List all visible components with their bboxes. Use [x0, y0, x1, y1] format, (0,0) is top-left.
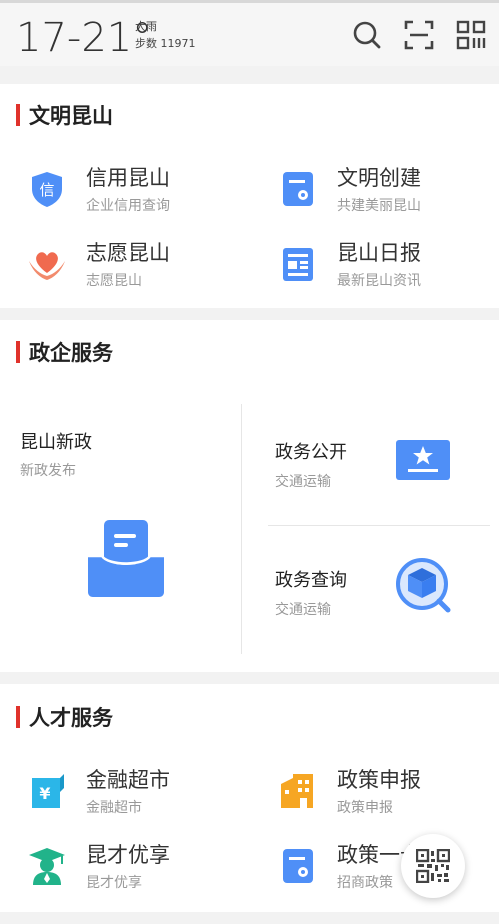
svg-text:信: 信 [39, 181, 54, 199]
service-subtitle: 新政发布 [20, 463, 76, 479]
scan-icon[interactable] [404, 20, 434, 50]
section-government: 政企服务 昆山新政 新政发布 政务公开 交通运输 政务查询 交通运输 [0, 320, 499, 672]
service-subtitle: 金融超市 [86, 800, 142, 816]
service-subtitle: 志愿昆山 [86, 273, 142, 289]
service-title: 信用昆山 [86, 166, 170, 190]
service-title: 政策申报 [337, 768, 421, 792]
service-title: 昆山新政 [20, 432, 92, 453]
service-policy-apply[interactable]: 政策申报 政策申报 [277, 764, 477, 820]
section-accent-bar [16, 341, 20, 363]
inbox-icon [84, 516, 168, 600]
service-daily-news[interactable]: 昆山日报 最新昆山资讯 [277, 237, 477, 293]
service-subtitle: 招商政策 [337, 875, 393, 891]
service-subtitle: 共建美丽昆山 [337, 198, 421, 214]
service-title: 政务公开 [275, 442, 347, 463]
section-title: 政企服务 [16, 337, 113, 367]
service-title: 志愿昆山 [86, 241, 170, 265]
service-talent-benefit[interactable]: 昆才优享 昆才优享 [26, 839, 226, 895]
section-title: 人才服务 [16, 702, 113, 732]
service-subtitle: 交通运输 [275, 474, 331, 490]
credit-shield-icon: 信 [26, 168, 68, 210]
service-subtitle: 政策申报 [337, 800, 393, 816]
heart-hands-icon [26, 243, 68, 285]
finance-icon: ¥ [26, 770, 68, 812]
status-header: 17-21° 大雨 步数 11971 [0, 0, 499, 66]
service-subtitle: 企业信用查询 [86, 198, 170, 214]
section-accent-bar [16, 104, 20, 126]
service-credit[interactable]: 信 信用昆山 企业信用查询 [26, 162, 226, 218]
graduate-icon [26, 845, 68, 887]
service-civility-build[interactable]: 文明创建 共建美丽昆山 [277, 162, 477, 218]
section-title: 文明昆山 [16, 100, 113, 130]
qrcode-icon [416, 849, 450, 883]
cube-search-icon [394, 556, 454, 616]
search-icon[interactable] [352, 20, 382, 50]
newspaper-icon [277, 243, 319, 285]
step-count: 步数 11971 [135, 37, 196, 50]
service-gov-query[interactable]: 政务查询 交通运输 [242, 526, 499, 654]
service-title: 文明创建 [337, 166, 421, 190]
service-title: 金融超市 [86, 768, 170, 792]
svg-text:¥: ¥ [39, 784, 50, 803]
weather-condition: 大雨 [135, 20, 157, 33]
service-title: 昆才优享 [86, 843, 170, 867]
service-subtitle: 交通运输 [275, 602, 331, 618]
service-title: 昆山日报 [337, 241, 421, 265]
service-subtitle: 最新昆山资讯 [337, 273, 421, 289]
service-title: 政务查询 [275, 570, 347, 591]
qrcode-fab-button[interactable] [401, 834, 465, 898]
weather-info: 大雨 步数 11971 [135, 18, 196, 52]
star-board-icon [394, 438, 452, 482]
service-volunteer[interactable]: 志愿昆山 志愿昆山 [26, 237, 226, 293]
building-icon [277, 770, 319, 812]
section-accent-bar [16, 706, 20, 728]
section-civility: 文明昆山 信 信用昆山 企业信用查询 文明创建 共建美丽昆山 志愿昆山 志愿昆山… [0, 84, 499, 308]
service-new-policy[interactable]: 昆山新政 新政发布 [0, 404, 240, 654]
service-finance[interactable]: ¥ 金融超市 金融超市 [26, 764, 226, 820]
document-icon [277, 168, 319, 210]
document-icon [277, 845, 319, 887]
service-gov-open[interactable]: 政务公开 交通运输 [242, 404, 499, 524]
qrcode-icon[interactable] [456, 20, 486, 50]
temperature: 17-21° [16, 15, 153, 61]
service-subtitle: 昆才优享 [86, 875, 142, 891]
